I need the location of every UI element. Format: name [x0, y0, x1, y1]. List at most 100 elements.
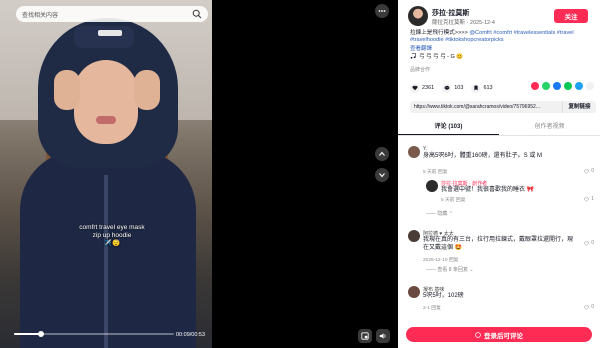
comment-meta[interactable]: 5 天前 回复: [423, 168, 448, 175]
comment-like-count: 0: [591, 168, 594, 174]
comment-like-count: 0: [591, 240, 594, 246]
comment-author[interactable]: 阿拉德 ♥ 太太: [423, 230, 454, 237]
view-more-replies-label[interactable]: 查看 8 条回复: [437, 267, 468, 273]
search-bar[interactable]: 查找相关内容: [16, 6, 208, 22]
video-subject-left-hand: [54, 70, 80, 110]
author-name[interactable]: 莎拉·拉莫斯: [432, 8, 469, 18]
like-count: 2361: [422, 85, 435, 91]
tab-comments[interactable]: 评论 (103): [398, 120, 499, 135]
comment-count: 103: [454, 85, 464, 91]
video-subject-label: [98, 30, 122, 36]
comment-text: 身高5呎6吋，體重160磅，還有肚子。S 或 M: [423, 153, 543, 159]
brand-partnership-label: 品牌合作: [410, 67, 431, 73]
share-button-0[interactable]: [531, 82, 539, 90]
tab-creator-videos[interactable]: 创作者视频: [499, 120, 600, 135]
reply-like[interactable]: 1: [584, 196, 594, 202]
comment-avatar[interactable]: [408, 230, 420, 242]
heart-outline-icon: [584, 197, 590, 202]
author-handle-date: 薩拉克拉莫斯 · 2025-12-4: [432, 20, 495, 26]
description-text: 拉鍊上是飛行模式>>>>: [410, 30, 470, 36]
comment-like[interactable]: 0: [584, 240, 594, 246]
next-video-button[interactable]: [375, 168, 389, 182]
copy-link-button[interactable]: 复制链接: [562, 101, 596, 113]
copy-link-row: https://www.tiktok.com/@sarahcramos/vide…: [410, 101, 596, 113]
video-subject-hoodie: [20, 150, 196, 348]
volume-button[interactable]: [376, 329, 390, 343]
music-note-icon: [410, 53, 416, 59]
video-link-field[interactable]: https://www.tiktok.com/@sarahcramos/vide…: [410, 101, 562, 113]
video-caption: comfrt travel eye mask zip up hoodie ✈️😴: [60, 224, 164, 248]
save-stat[interactable]: 613: [471, 83, 493, 93]
chevron-down-icon: [379, 173, 385, 178]
progress-handle[interactable]: [38, 331, 45, 337]
login-to-comment-label[interactable]: 登录后可评论: [484, 330, 523, 340]
side-panel: 莎拉·拉莫斯 薩拉克拉莫斯 · 2025-12-4 关注 拉鍊上是飛行模式>>>…: [398, 0, 600, 348]
share-buttons: [531, 82, 594, 90]
comment-text: 我現在真的有三台，拉行用拉鍊式，戴眼罩拉還開行，現在又戴這個 🤩: [423, 237, 574, 251]
heart-outline-icon: [584, 305, 590, 310]
reply-meta[interactable]: 5 天前 回复: [441, 196, 466, 203]
comment-like[interactable]: 0: [584, 304, 594, 310]
post-description: 拉鍊上是飛行模式>>>> @Comfrt #comfrt #travelesse…: [410, 30, 592, 44]
author-avatar[interactable]: [408, 6, 428, 26]
picture-in-picture-button[interactable]: [358, 329, 372, 343]
heart-outline-icon: [584, 241, 590, 246]
comment-avatar[interactable]: [408, 286, 420, 298]
video-area[interactable]: 查找相关内容 comfrt travel eye mask zip up hoo…: [0, 0, 398, 348]
chat-icon: [475, 331, 481, 338]
translate-link[interactable]: 查看翻譯: [410, 44, 432, 52]
progress-fill: [14, 333, 42, 335]
like-stat[interactable]: 2361: [410, 83, 435, 93]
pip-icon: [361, 332, 369, 340]
view-more-replies-button[interactable]: —— 查看 8 条回复 ⌄: [426, 266, 474, 273]
hide-replies-button[interactable]: —— 隐藏 ⌃: [426, 210, 453, 217]
comment-avatar[interactable]: [408, 146, 420, 158]
share-button-5[interactable]: [586, 82, 594, 90]
login-to-comment-button[interactable]: 登录后可评论: [406, 327, 592, 342]
comment-stat[interactable]: 103: [442, 83, 464, 93]
bookmark-icon[interactable]: [471, 83, 481, 93]
video-progress-bar[interactable]: [14, 330, 174, 338]
reply-text: 我會選中號！我很喜歡我的睡衣 🎀: [441, 187, 535, 193]
more-dots-icon: [378, 10, 386, 12]
share-button-1[interactable]: [542, 82, 550, 90]
video-subject-right-hand: [134, 70, 160, 110]
video-subject-lips: [96, 116, 116, 124]
search-input[interactable]: 查找相关内容: [22, 10, 192, 19]
heart-icon[interactable]: [410, 83, 419, 93]
previous-video-button[interactable]: [375, 147, 389, 161]
video-player[interactable]: 查找相关内容 comfrt travel eye mask zip up hoo…: [0, 0, 212, 348]
caption-line-2: zip up hoodie: [92, 232, 132, 239]
music-row[interactable]: 弓 弓 弓 弓 - G 😊: [410, 52, 463, 60]
comment-like[interactable]: 0: [584, 168, 594, 174]
reply-avatar[interactable]: [426, 180, 438, 192]
reply-author[interactable]: 莎拉·拉莫斯 · 創作者: [441, 180, 487, 187]
caption-line-3: ✈️😴: [103, 240, 121, 247]
save-count: 613: [483, 85, 493, 91]
video-subject-face: [74, 60, 138, 144]
comment-list: Y. 身高5呎6吋，體重160磅，還有肚子。S 或 M 5 天前 回复 0 莎拉…: [398, 142, 600, 322]
comment-like-count: 0: [591, 304, 594, 310]
share-button-2[interactable]: [553, 82, 561, 90]
panel-tabs: 评论 (103) 创作者视频: [398, 120, 600, 136]
music-title[interactable]: 弓 弓 弓 弓 - G 😊: [419, 52, 463, 60]
comment-author[interactable]: Y.: [423, 146, 427, 152]
hide-replies-label[interactable]: 隐藏: [437, 211, 447, 217]
search-icon[interactable]: [192, 9, 202, 19]
share-button-3[interactable]: [564, 82, 572, 90]
comment-icon[interactable]: [442, 83, 452, 93]
follow-button[interactable]: 关注: [554, 9, 588, 23]
video-subject-zipper: [104, 175, 108, 348]
reply-like-count: 1: [591, 196, 594, 202]
comment-meta[interactable]: 2025-12-10 回复: [423, 256, 458, 263]
tiktok-page: 查找相关内容 comfrt travel eye mask zip up hoo…: [0, 0, 600, 348]
caption-line-1: comfrt travel eye mask: [79, 224, 145, 231]
comment-text: 5呎5吋，102磅: [423, 293, 464, 299]
comment-meta[interactable]: 2-1 回复: [423, 304, 441, 311]
share-button-4[interactable]: [575, 82, 583, 90]
chevron-up-icon: [379, 151, 385, 156]
comment-author[interactable]: 凝布 基味: [423, 286, 444, 293]
video-time: 00:09/00:53: [176, 332, 206, 338]
more-options-button[interactable]: [375, 4, 389, 18]
volume-icon: [379, 333, 386, 339]
